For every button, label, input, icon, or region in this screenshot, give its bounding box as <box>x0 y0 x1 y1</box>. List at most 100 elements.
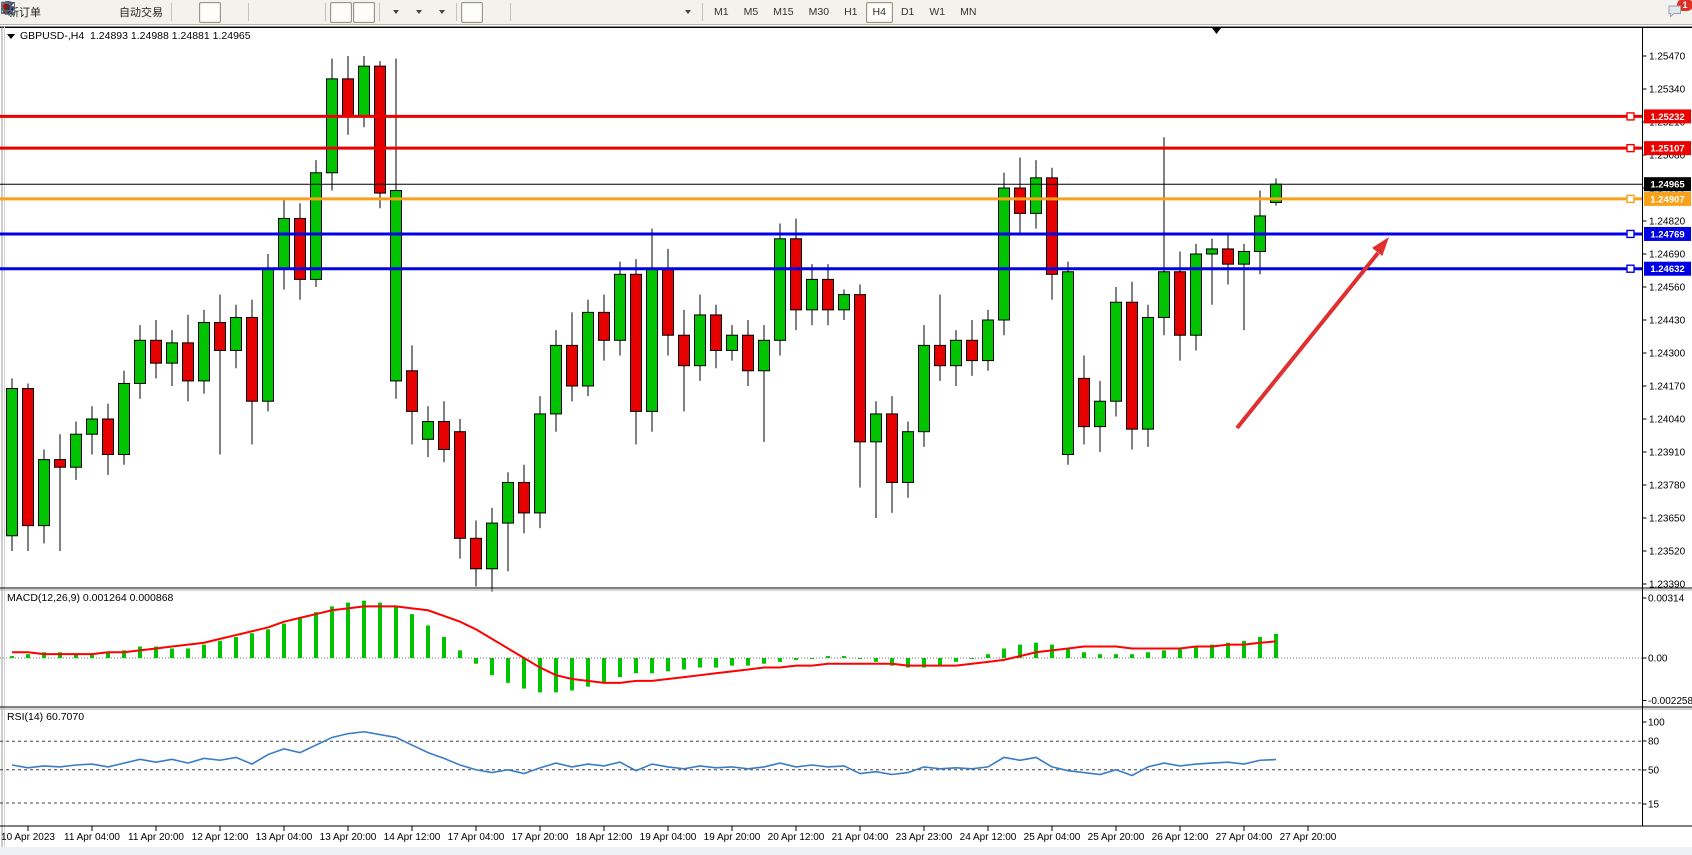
macd-histogram-bar <box>810 658 814 659</box>
macd-histogram-bar <box>666 658 670 671</box>
candle-body <box>855 295 866 442</box>
chart-title: GBPUSD-,H4 1.24893 1.24988 1.24881 1.249… <box>7 30 251 42</box>
candle-body <box>1127 302 1138 429</box>
hline-handle[interactable] <box>1627 145 1634 152</box>
macd-histogram-bar <box>586 658 590 687</box>
candle-body <box>327 79 338 173</box>
hline-handle[interactable] <box>1627 230 1634 237</box>
candle-body <box>599 312 610 340</box>
time-axis-label: 27 Apr 04:00 <box>1216 832 1273 843</box>
candle-body <box>1143 317 1154 429</box>
candle-body <box>455 432 466 539</box>
candle-body <box>1207 249 1218 254</box>
macd-histogram-bar <box>682 658 686 669</box>
macd-histogram-bar <box>170 648 174 658</box>
candle-body <box>215 323 226 351</box>
macd-histogram-bar <box>250 633 254 658</box>
macd-histogram-bar <box>394 606 398 658</box>
candle-body <box>247 317 258 401</box>
macd-histogram-bar <box>1146 652 1150 658</box>
macd-histogram-bar <box>458 650 462 658</box>
macd-histogram-bar <box>330 606 334 658</box>
candle-body <box>759 340 770 370</box>
time-axis-label: 27 Apr 20:00 <box>1280 832 1337 843</box>
candle-body <box>1031 178 1042 214</box>
price-axis-label: 1.25340 <box>1649 85 1686 96</box>
rsi-indicator-label: RSI(14) 60.7070 <box>7 711 84 723</box>
hline-handle[interactable] <box>1627 265 1634 272</box>
hline-handle[interactable] <box>1627 113 1634 120</box>
macd-histogram-bar <box>730 658 734 666</box>
price-tag-1.24632: 1.24632 <box>1650 264 1684 275</box>
price-axis-label: 1.24560 <box>1649 283 1686 294</box>
time-axis-label: 11 Apr 20:00 <box>128 832 184 843</box>
macd-axis-label: 0.00 <box>1648 654 1668 665</box>
chart-canvas: 1.254701.253401.252101.250801.249501.248… <box>0 0 1692 855</box>
rsi-line <box>12 732 1276 776</box>
candle-body <box>903 432 914 483</box>
macd-histogram-bar <box>1258 637 1262 658</box>
time-axis-label: 18 Apr 12:00 <box>576 832 633 843</box>
macd-histogram-bar <box>1242 641 1246 658</box>
trend-arrow-head[interactable] <box>1372 237 1389 256</box>
macd-name: MACD(12,26,9) <box>7 592 80 604</box>
macd-histogram-bar <box>1034 643 1038 658</box>
macd-histogram-bar <box>426 626 430 658</box>
macd-histogram-bar <box>698 658 702 668</box>
symbol-dropdown-icon[interactable] <box>7 34 15 39</box>
macd-histogram-bar <box>138 647 142 658</box>
macd-histogram-bar <box>618 658 622 677</box>
candle-body <box>1063 272 1074 455</box>
price-axis-label: 1.23650 <box>1649 514 1686 525</box>
macd-histogram-bar <box>218 641 222 658</box>
time-axis-label: 17 Apr 04:00 <box>448 832 505 843</box>
rsi-axis-label: 80 <box>1648 737 1660 748</box>
macd-histogram-bar <box>650 658 654 673</box>
macd-histogram-bar <box>842 656 846 658</box>
candle-body <box>1047 178 1058 274</box>
candle-body <box>775 239 786 341</box>
price-tag-1.25107: 1.25107 <box>1650 144 1684 155</box>
trend-arrow[interactable] <box>1237 253 1378 428</box>
macd-histogram-bar <box>538 658 542 692</box>
candle-body <box>135 340 146 383</box>
macd-histogram-bar <box>1114 654 1118 658</box>
status-strip <box>0 847 1692 855</box>
macd-histogram-bar <box>970 658 974 659</box>
candle-body <box>471 538 482 568</box>
macd-histogram-bar <box>410 614 414 658</box>
candle-body <box>231 317 242 350</box>
macd-histogram-bar <box>506 658 510 683</box>
time-axis-label: 24 Apr 12:00 <box>960 832 1017 843</box>
candle-body <box>487 523 498 569</box>
candle-body <box>647 269 658 411</box>
macd-histogram-bar <box>826 656 830 658</box>
time-axis-label: 13 Apr 04:00 <box>256 832 313 843</box>
candle-body <box>743 335 754 371</box>
hline-handle[interactable] <box>1627 195 1634 202</box>
rsi-axis-label: 50 <box>1648 766 1660 777</box>
macd-histogram-bar <box>442 637 446 658</box>
candle-body <box>807 279 818 309</box>
candle-body <box>71 434 82 467</box>
candle-body <box>183 343 194 381</box>
macd-histogram-bar <box>794 658 798 660</box>
time-axis-label: 14 Apr 12:00 <box>384 832 441 843</box>
macd-histogram-bar <box>1066 648 1070 658</box>
macd-histogram-bar <box>522 658 526 689</box>
candle-body <box>295 218 306 279</box>
candle-body <box>23 389 34 526</box>
macd-histogram-bar <box>490 658 494 675</box>
macd-histogram-bar <box>954 658 958 662</box>
time-axis-label: 23 Apr 23:00 <box>896 832 953 843</box>
candle-body <box>1223 249 1234 264</box>
candle-body <box>663 269 674 335</box>
price-axis-label: 1.24170 <box>1649 382 1686 393</box>
candle-body <box>999 188 1010 320</box>
chart-ohlc-quotes: 1.24893 1.24988 1.24881 1.24965 <box>90 30 251 42</box>
macd-histogram-bar <box>346 603 350 658</box>
rsi-axis-label: 100 <box>1648 718 1665 729</box>
candle-body <box>951 340 962 365</box>
price-axis-label: 1.24040 <box>1649 415 1686 426</box>
candle-body <box>919 345 930 431</box>
